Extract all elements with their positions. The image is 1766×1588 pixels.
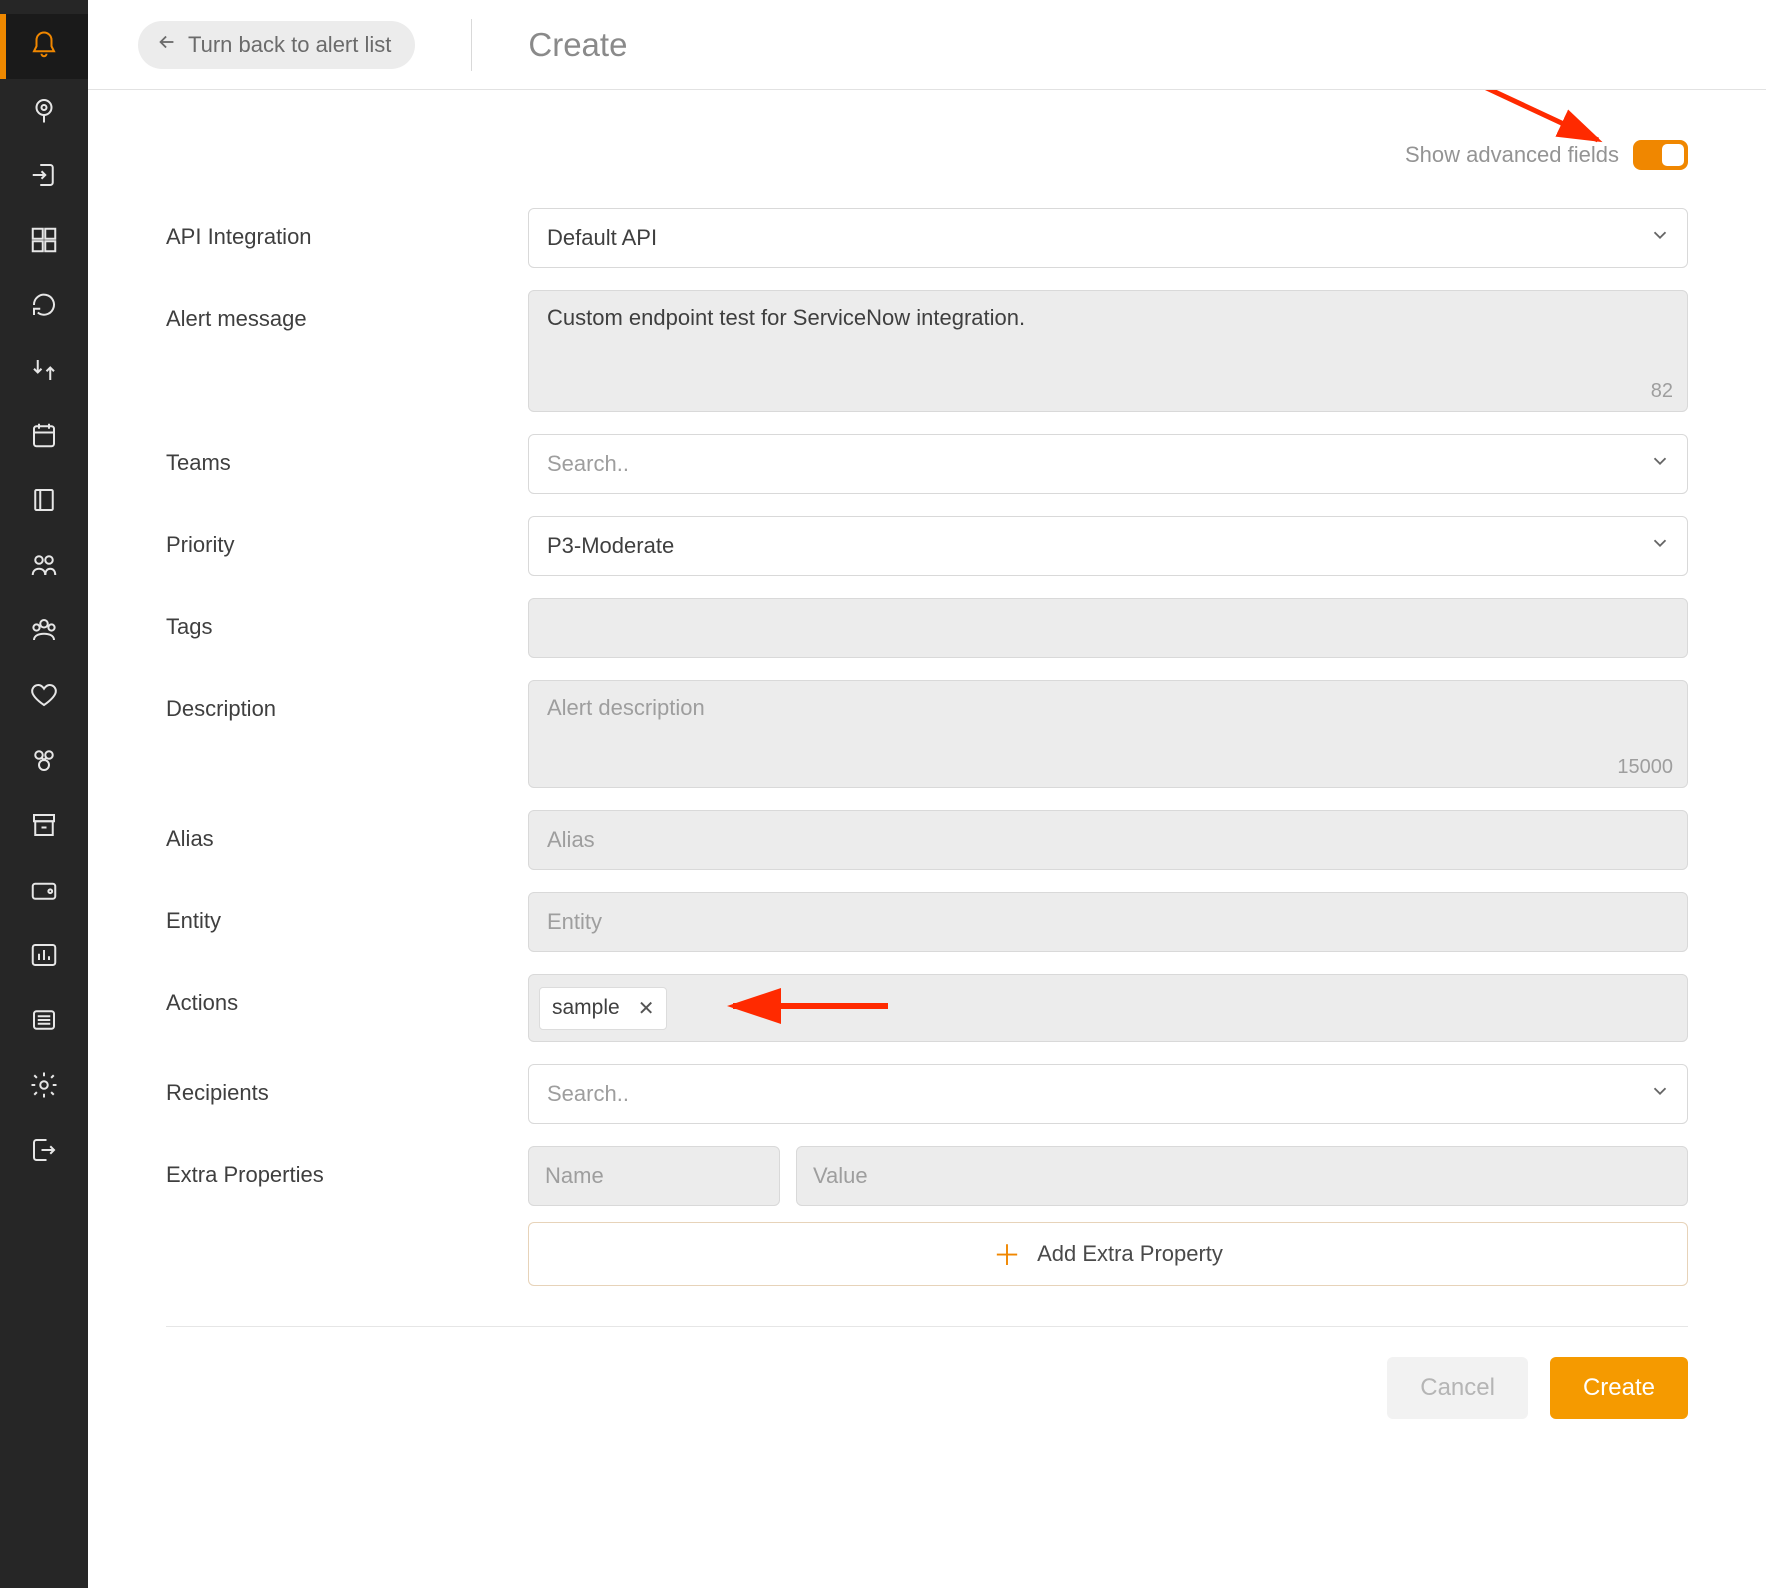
archive-icon (29, 810, 59, 844)
wallet-icon (29, 875, 59, 909)
arrow-left-icon (156, 31, 178, 59)
label-api-integration: API Integration (166, 208, 528, 250)
bug-icon (29, 745, 59, 779)
plus-icon: ＋ (993, 1234, 1021, 1274)
nav-item-2[interactable] (0, 79, 88, 144)
back-label: Turn back to alert list (188, 32, 391, 58)
extra-name-placeholder: Name (545, 1163, 604, 1189)
chart-icon (29, 940, 59, 974)
nav-alerts[interactable] (0, 14, 88, 79)
nav-item-17[interactable] (0, 1054, 88, 1119)
recipients-select[interactable]: Search.. (528, 1064, 1688, 1124)
list-icon (29, 1005, 59, 1039)
entity-placeholder: Entity (547, 909, 602, 935)
bell-icon (29, 30, 59, 64)
create-label: Create (1583, 1374, 1655, 1402)
alert-message-text: Custom endpoint test for ServiceNow inte… (547, 305, 1025, 330)
heart-icon (29, 680, 59, 714)
api-integration-value: Default API (547, 225, 657, 251)
calendar-icon (29, 420, 59, 454)
actions-input[interactable]: sample ✕ (528, 974, 1688, 1042)
extra-property-value-input[interactable]: Value (796, 1146, 1688, 1206)
people-icon (29, 550, 59, 584)
label-extra-properties: Extra Properties (166, 1146, 528, 1188)
nav-item-15[interactable] (0, 924, 88, 989)
teams-select[interactable]: Search.. (528, 434, 1688, 494)
main-content: Show advanced fields API Integration Def… (88, 90, 1766, 1588)
back-to-alert-list-button[interactable]: Turn back to alert list (138, 21, 415, 69)
description-placeholder: Alert description (547, 695, 705, 720)
extra-value-placeholder: Value (813, 1163, 868, 1189)
book-icon (29, 485, 59, 519)
nav-item-7[interactable] (0, 404, 88, 469)
priority-select[interactable]: P3-Moderate (528, 516, 1688, 576)
teams-placeholder: Search.. (547, 451, 629, 477)
logout-icon (29, 1135, 59, 1169)
nav-item-3[interactable] (0, 144, 88, 209)
location-pin-icon (29, 95, 59, 129)
chevron-down-icon (1649, 450, 1671, 478)
api-integration-select[interactable]: Default API (528, 208, 1688, 268)
cancel-label: Cancel (1420, 1374, 1495, 1402)
description-counter: 15000 (1617, 756, 1673, 779)
entity-input[interactable]: Entity (528, 892, 1688, 952)
nav-item-11[interactable] (0, 664, 88, 729)
alias-input[interactable]: Alias (528, 810, 1688, 870)
chevron-down-icon (1649, 532, 1671, 560)
nav-item-18[interactable] (0, 1119, 88, 1184)
advanced-fields-toggle[interactable] (1633, 140, 1688, 170)
label-actions: Actions (166, 974, 528, 1016)
alias-placeholder: Alias (547, 827, 595, 853)
nav-item-13[interactable] (0, 794, 88, 859)
label-description: Description (166, 680, 528, 722)
label-alias: Alias (166, 810, 528, 852)
label-recipients: Recipients (166, 1064, 528, 1106)
nav-item-4[interactable] (0, 209, 88, 274)
nav-item-12[interactable] (0, 729, 88, 794)
page-header: Turn back to alert list Create (88, 0, 1766, 90)
recipients-placeholder: Search.. (547, 1081, 629, 1107)
nav-item-8[interactable] (0, 469, 88, 534)
alert-message-counter: 82 (1651, 380, 1673, 403)
transfer-icon (29, 355, 59, 389)
action-tag-sample: sample ✕ (539, 987, 667, 1030)
gear-icon (29, 1070, 59, 1104)
remove-tag-icon[interactable]: ✕ (638, 996, 655, 1021)
action-tag-label: sample (552, 996, 620, 1020)
nav-item-6[interactable] (0, 339, 88, 404)
tags-input[interactable] (528, 598, 1688, 658)
label-alert-message: Alert message (166, 290, 528, 332)
alert-message-textarea[interactable]: Custom endpoint test for ServiceNow inte… (528, 290, 1688, 412)
add-extra-property-button[interactable]: ＋ Add Extra Property (528, 1222, 1688, 1286)
cancel-button[interactable]: Cancel (1387, 1357, 1528, 1419)
header-divider (471, 19, 472, 71)
footer-divider (166, 1326, 1688, 1327)
grid-icon (29, 225, 59, 259)
left-sidebar (0, 0, 88, 1588)
nav-item-9[interactable] (0, 534, 88, 599)
loop-icon (29, 290, 59, 324)
label-priority: Priority (166, 516, 528, 558)
nav-item-14[interactable] (0, 859, 88, 924)
chevron-down-icon (1649, 1080, 1671, 1108)
nav-item-5[interactable] (0, 274, 88, 339)
advanced-fields-label: Show advanced fields (1405, 142, 1619, 168)
create-button[interactable]: Create (1550, 1357, 1688, 1419)
extra-property-name-input[interactable]: Name (528, 1146, 780, 1206)
group-icon (29, 615, 59, 649)
login-icon (29, 160, 59, 194)
description-textarea[interactable]: Alert description 15000 (528, 680, 1688, 788)
label-teams: Teams (166, 434, 528, 476)
nav-item-16[interactable] (0, 989, 88, 1054)
priority-value: P3-Moderate (547, 533, 674, 559)
label-tags: Tags (166, 598, 528, 640)
add-extra-label: Add Extra Property (1037, 1241, 1223, 1267)
label-entity: Entity (166, 892, 528, 934)
page-title: Create (528, 26, 627, 64)
chevron-down-icon (1649, 224, 1671, 252)
nav-item-10[interactable] (0, 599, 88, 664)
